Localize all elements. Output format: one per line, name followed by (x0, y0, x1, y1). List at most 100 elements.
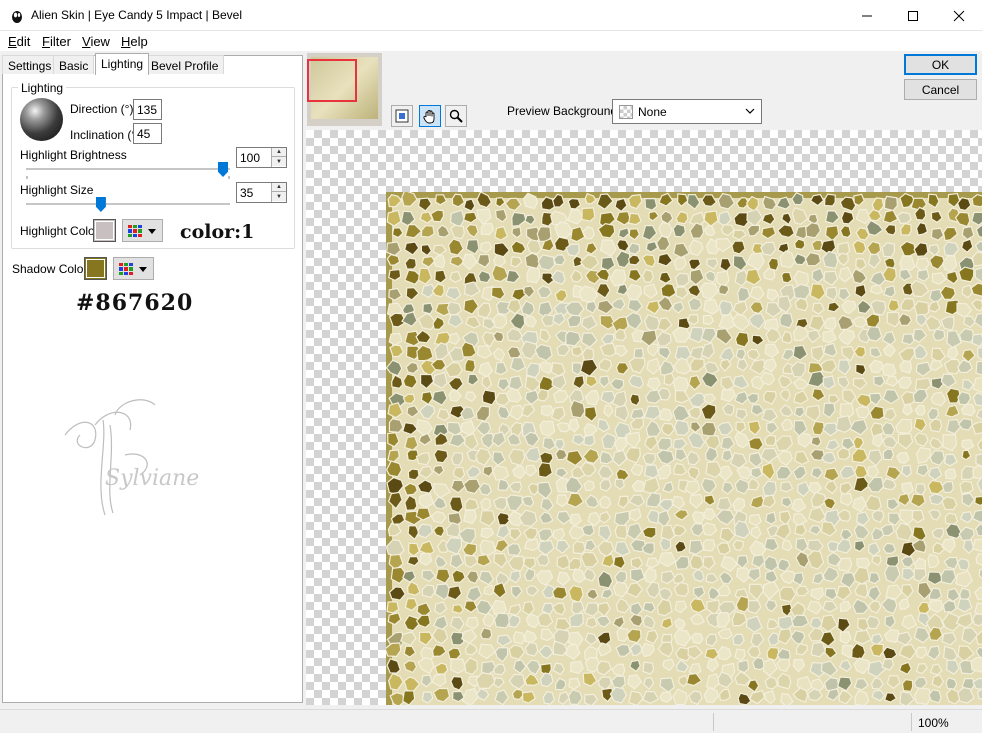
mosaic-tile (565, 243, 580, 257)
mosaic-tile (932, 328, 946, 342)
status-separator (911, 713, 912, 731)
mosaic-tile (794, 523, 807, 537)
navigate-tool-button[interactable] (391, 105, 413, 127)
highlight-palette-button[interactable] (122, 219, 163, 242)
mosaic-tile (779, 312, 794, 329)
mosaic-tile (959, 480, 974, 494)
shadow-color-swatch[interactable] (84, 257, 107, 280)
mosaic-tile (854, 689, 870, 705)
mosaic-tile (641, 526, 657, 539)
tab-basic[interactable]: Basic (53, 55, 95, 74)
tab-settings[interactable]: Settings (2, 55, 58, 74)
navigator-thumbnail[interactable] (307, 53, 382, 126)
mosaic-tile (734, 331, 750, 348)
mosaic-tile (765, 511, 777, 526)
highlight-brightness-label: Highlight Brightness (20, 148, 127, 162)
spin-down-icon[interactable]: ▼ (272, 192, 286, 201)
mosaic-tile (869, 284, 884, 295)
mosaic-tile (388, 418, 404, 433)
mosaic-tile (643, 464, 660, 479)
mosaic-tile (941, 480, 955, 494)
mosaic-tile (811, 420, 825, 436)
light-direction-sphere[interactable] (20, 98, 63, 141)
mosaic-tile (659, 537, 672, 552)
highlight-color-note: color:1 (180, 221, 255, 243)
mosaic-tile (537, 254, 556, 271)
close-button[interactable] (936, 0, 982, 31)
mosaic-tile (674, 272, 690, 287)
mosaic-tile (433, 254, 446, 269)
mosaic-tile (536, 553, 550, 567)
hand-icon (423, 109, 435, 123)
mosaic-tile (481, 389, 497, 406)
menu-edit[interactable]: Edit (8, 34, 30, 49)
mosaic-tile (641, 268, 654, 284)
highlight-brightness-spinbox[interactable]: 100 ▲ ▼ (236, 147, 287, 168)
menu-help-accel: H (121, 34, 131, 49)
inclination-label: Inclination (°) (70, 128, 141, 142)
highlight-color-swatch[interactable] (93, 219, 116, 242)
direction-field[interactable]: 135 (133, 99, 162, 120)
mosaic-tile (660, 283, 677, 298)
mosaic-tile (464, 358, 476, 373)
mosaic-tile (421, 584, 436, 599)
mosaic-tile (941, 496, 958, 511)
mosaic-tile (493, 612, 511, 629)
mosaic-tile (865, 615, 881, 630)
lighting-group-label: Lighting (18, 81, 67, 95)
ok-button[interactable]: OK (904, 54, 977, 75)
preview-background-label: Preview Background: (507, 104, 621, 118)
mosaic-tile (659, 691, 673, 703)
watermark-signature: Sylviane (64, 399, 199, 516)
mosaic-tile (508, 375, 524, 391)
spin-up-icon[interactable]: ▲ (272, 148, 286, 157)
menu-filter[interactable]: Filter (42, 34, 71, 49)
highlight-size-spinbox[interactable]: 35 ▲ ▼ (236, 182, 287, 203)
mosaic-tile (957, 557, 970, 571)
spin-buttons[interactable]: ▲ ▼ (271, 148, 286, 167)
menu-view[interactable]: View (82, 34, 110, 49)
zoom-tool-button[interactable] (445, 105, 467, 127)
mosaic-tile (627, 212, 642, 226)
inclination-field[interactable]: 45 (133, 123, 162, 144)
mosaic-tile (614, 524, 628, 540)
mosaic-tile (642, 661, 655, 675)
preview-canvas[interactable] (306, 130, 982, 705)
tab-lighting[interactable]: Lighting (95, 53, 150, 75)
mosaic-tile (672, 223, 687, 238)
highlight-brightness-ticks (26, 176, 230, 179)
mosaic-tile (526, 266, 541, 284)
chevron-down-icon (139, 267, 147, 272)
mosaic-tile (483, 584, 496, 596)
tab-bevel-profile[interactable]: Bevel Profile (145, 55, 225, 74)
mosaic-tile (572, 540, 586, 555)
mosaic-tile (718, 299, 734, 316)
spin-buttons[interactable]: ▲ ▼ (271, 183, 286, 202)
highlight-brightness-track[interactable] (26, 168, 230, 170)
hand-tool-button[interactable] (419, 105, 441, 127)
mosaic-tile (945, 677, 958, 690)
mosaic-tile (944, 512, 959, 526)
transparency-icon (619, 105, 633, 119)
mosaic-tile (901, 679, 914, 692)
mosaic-tile (581, 207, 596, 222)
mosaic-tile (386, 253, 401, 266)
mosaic-tile (491, 465, 510, 481)
mosaic-tile (673, 419, 690, 436)
mosaic-tile (687, 297, 703, 311)
highlight-color-label: Highlight Color (20, 224, 99, 238)
menu-help-rest: elp (130, 34, 148, 49)
minimize-button[interactable] (844, 0, 890, 31)
maximize-button[interactable] (890, 0, 936, 31)
spin-up-icon[interactable]: ▲ (272, 183, 286, 192)
mosaic-tile (716, 542, 731, 556)
menu-help[interactable]: Help (121, 34, 148, 49)
shadow-palette-button[interactable] (113, 257, 154, 280)
viewport-indicator[interactable] (307, 59, 357, 102)
mosaic-tile (837, 557, 853, 573)
highlight-size-track[interactable] (26, 203, 230, 205)
spin-down-icon[interactable]: ▼ (272, 157, 286, 166)
preview-background-value: None (638, 105, 667, 119)
preview-background-select[interactable]: None (612, 99, 762, 124)
cancel-button[interactable]: Cancel (904, 79, 977, 100)
